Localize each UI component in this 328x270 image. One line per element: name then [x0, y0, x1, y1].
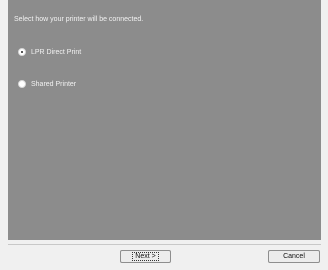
- radio-lpr-direct-print[interactable]: LPR Direct Print: [18, 48, 81, 56]
- radio-button-icon[interactable]: [18, 80, 26, 88]
- next-button-label: Next >: [132, 252, 159, 261]
- radio-shared-printer[interactable]: Shared Printer: [18, 80, 76, 88]
- radio-label-shared-printer: Shared Printer: [31, 80, 77, 88]
- connection-panel: Select how your printer will be connecte…: [8, 0, 321, 240]
- cancel-button[interactable]: Cancel: [268, 250, 320, 263]
- radio-label-lpr-direct-print: LPR Direct Print: [31, 48, 82, 56]
- instruction-text: Select how your printer will be connecte…: [14, 16, 144, 23]
- radio-button-icon[interactable]: [18, 48, 26, 56]
- next-button[interactable]: Next >: [120, 250, 171, 263]
- separator-line: [8, 244, 321, 245]
